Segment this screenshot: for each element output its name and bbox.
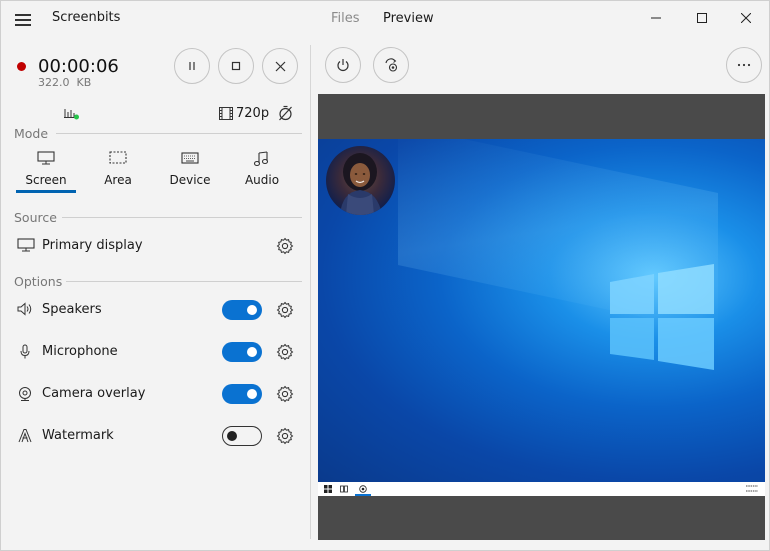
source-row: Primary display xyxy=(1,229,309,263)
resolution-label[interactable]: 720p xyxy=(236,106,269,121)
power-icon xyxy=(337,59,349,72)
options-section-title: Options xyxy=(14,274,63,289)
mode-tab-label: Device xyxy=(169,173,211,187)
watermark-toggle[interactable] xyxy=(222,426,262,446)
title-bar: Screenbits Files Preview xyxy=(1,1,769,37)
camera-switch-button[interactable] xyxy=(373,47,409,83)
start-icon xyxy=(324,485,332,493)
option-row-camera-overlay: Camera overlay xyxy=(1,377,309,411)
mode-tab-screen[interactable]: Screen xyxy=(16,147,76,193)
gear-icon[interactable] xyxy=(276,301,294,319)
camera-refresh-icon xyxy=(385,58,398,72)
mode-tab-label: Audio xyxy=(244,173,280,187)
option-row-watermark: Watermark xyxy=(1,419,309,453)
power-button[interactable] xyxy=(325,47,361,83)
hamburger-menu-icon[interactable] xyxy=(15,11,33,27)
mode-tab-label: Screen xyxy=(25,173,67,187)
minimize-icon xyxy=(651,17,661,19)
app-taskbar-icon xyxy=(359,485,367,493)
source-label: Primary display xyxy=(42,238,143,253)
recording-file-size: 322.0 KB xyxy=(38,76,92,89)
option-label: Speakers xyxy=(42,302,102,317)
recording-indicator xyxy=(17,62,26,71)
app-window: Screenbits Files Preview 00:00:06 322.0 … xyxy=(0,0,770,551)
keyboard-icon xyxy=(181,152,199,164)
camera-overlay-toggle[interactable] xyxy=(222,384,262,404)
minimize-button[interactable] xyxy=(633,1,679,35)
mode-tab-audio[interactable]: Audio xyxy=(232,147,292,193)
option-label: Microphone xyxy=(42,344,118,359)
mode-divider xyxy=(56,133,302,134)
close-icon xyxy=(741,13,751,23)
app-title: Screenbits xyxy=(52,10,121,25)
stop-button[interactable] xyxy=(218,48,254,84)
mode-selected-underline xyxy=(16,190,76,193)
speaker-icon xyxy=(17,302,32,316)
monitor-icon xyxy=(17,238,35,252)
close-icon xyxy=(275,61,285,71)
gear-icon[interactable] xyxy=(276,385,294,403)
close-window-button[interactable] xyxy=(723,1,769,35)
stop-icon xyxy=(231,61,241,71)
source-divider xyxy=(62,217,302,218)
recording-elapsed-time: 00:00:06 xyxy=(38,56,119,77)
audio-level-icon[interactable] xyxy=(64,107,80,121)
monitor-icon xyxy=(37,151,55,165)
watermark-icon xyxy=(18,429,32,443)
option-label: Watermark xyxy=(42,428,114,443)
microphone-icon xyxy=(20,344,30,359)
windows-logo-icon xyxy=(610,264,714,370)
clock-icon xyxy=(746,485,758,492)
more-options-button[interactable] xyxy=(726,47,762,83)
film-icon[interactable] xyxy=(219,107,233,120)
option-label: Camera overlay xyxy=(42,386,146,401)
webcam-icon xyxy=(19,387,31,401)
task-view-icon xyxy=(340,485,348,493)
mode-tab-label: Area xyxy=(104,173,132,187)
options-divider xyxy=(66,281,302,282)
gear-icon[interactable] xyxy=(276,343,294,361)
option-row-microphone: Microphone xyxy=(1,335,309,369)
gear-icon[interactable] xyxy=(276,427,294,445)
maximize-button[interactable] xyxy=(679,1,725,35)
mode-tab-area[interactable]: Area xyxy=(88,147,148,193)
source-section-title: Source xyxy=(14,210,57,225)
active-app-indicator xyxy=(355,494,371,496)
option-row-speakers: Speakers xyxy=(1,293,309,327)
timer-off-icon[interactable] xyxy=(278,105,293,121)
gear-icon[interactable] xyxy=(276,237,294,255)
area-select-icon xyxy=(109,151,127,164)
mode-tab-device[interactable]: Device xyxy=(160,147,220,193)
microphone-toggle[interactable] xyxy=(222,342,262,362)
tab-preview[interactable]: Preview xyxy=(383,11,434,26)
camera-overlay-preview[interactable] xyxy=(326,146,395,215)
pause-icon xyxy=(189,62,195,70)
discard-button[interactable] xyxy=(262,48,298,84)
music-note-icon xyxy=(253,151,269,167)
speakers-toggle[interactable] xyxy=(222,300,262,320)
avatar xyxy=(340,153,382,215)
maximize-icon xyxy=(697,13,707,23)
more-horizontal-icon xyxy=(737,63,751,67)
mode-section-title: Mode xyxy=(14,126,49,141)
panel-splitter[interactable] xyxy=(310,45,311,539)
preview-taskbar xyxy=(318,482,765,496)
tab-files[interactable]: Files xyxy=(331,11,360,26)
pause-button[interactable] xyxy=(174,48,210,84)
